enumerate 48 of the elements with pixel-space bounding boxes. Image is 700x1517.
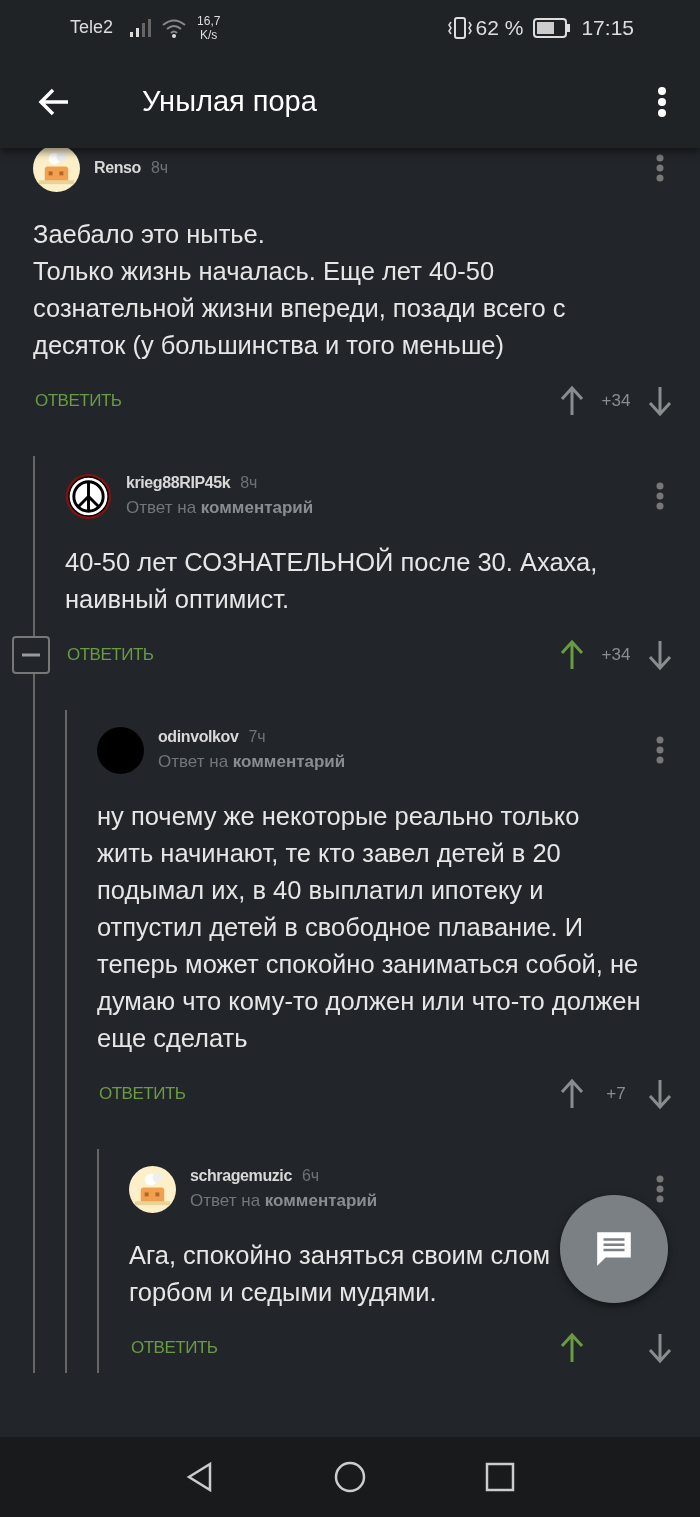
reply-link[interactable]: ОТВЕТИТЬ xyxy=(97,1084,560,1104)
comment-text: 40-50 лет СОЗНАТЕЛЬНОЙ после 30. Ахаха, наивный оптимист. xyxy=(65,546,598,615)
downvote-icon[interactable] xyxy=(648,1332,672,1364)
reply-link[interactable]: ОТВЕТИТЬ xyxy=(65,645,560,665)
page-title: Унылая пора xyxy=(142,85,317,118)
reply-to-text: Ответ на комментарий xyxy=(126,498,315,518)
upvote-icon[interactable] xyxy=(560,385,584,417)
reply-to-text: Ответ на комментарий xyxy=(190,1191,379,1211)
downvote-icon[interactable] xyxy=(648,1078,672,1110)
more-options-icon[interactable] xyxy=(657,86,667,117)
upvote-icon[interactable] xyxy=(560,639,584,671)
comment-text: Ага, спокойно заняться своим слом горбом и седыми мудями. xyxy=(129,1240,551,1308)
comment-time: 8ч xyxy=(240,474,258,492)
reply-to-text: Ответ на комментарий xyxy=(158,752,347,772)
downvote-icon[interactable] xyxy=(648,385,672,417)
carrier-name: Tele2 xyxy=(70,17,114,38)
wifi-icon xyxy=(161,17,188,38)
author-name[interactable]: schragemuzic xyxy=(190,1167,292,1185)
reply-link[interactable]: ОТВЕТИТЬ xyxy=(129,1338,560,1358)
author-name[interactable]: odinvolkov xyxy=(158,728,239,746)
minus-icon xyxy=(22,653,40,657)
peace-sign-icon xyxy=(65,472,112,520)
clock: 17:15 xyxy=(581,15,634,40)
upvote-icon[interactable] xyxy=(560,1078,584,1110)
home-circle-icon[interactable] xyxy=(334,1461,366,1493)
avatar-circle xyxy=(97,726,144,774)
back-arrow-icon[interactable] xyxy=(38,87,70,116)
comment-score: +7 xyxy=(605,1084,627,1104)
downvote-icon[interactable] xyxy=(648,639,672,671)
network-speed: 16,7 xyxy=(197,13,221,28)
reply-link[interactable]: ОТВЕТИТЬ xyxy=(33,391,560,411)
recents-square-icon[interactable] xyxy=(484,1461,516,1493)
signal-icon xyxy=(129,17,152,38)
collapse-button[interactable] xyxy=(12,636,50,674)
comment-time: 8ч xyxy=(150,159,169,177)
author-name[interactable]: Renso xyxy=(94,159,141,177)
speed-unit: K/s xyxy=(200,27,218,42)
comment-score: +34 xyxy=(600,645,632,665)
author-name[interactable]: krieg88RIP45k xyxy=(126,474,231,492)
upvote-icon[interactable] xyxy=(560,1332,584,1364)
battery-icon xyxy=(533,17,572,38)
comment-time: 7ч xyxy=(248,728,266,746)
battery-percent: 62 % xyxy=(475,15,524,40)
comment-score: +34 xyxy=(600,391,632,411)
vibrate-icon xyxy=(447,16,472,39)
comment-time: 6ч xyxy=(301,1167,320,1185)
comment-text: ну почему же некоторые реально только жить начинают, те кто завел детей в 20 подымал их, в 40 выплатил ипотеку и отпустил детей в свободное плавание. И теперь может спокойно заниматься собой, не думаю что кому-то должен или что-то должен еще сделать xyxy=(97,801,641,1054)
comment-text: Заебало это нытье. Только жизнь началась. Еще лет 40-50 сознательной жизни впереди, позади всего с десяток (у большинства и того меньше) xyxy=(33,219,566,361)
